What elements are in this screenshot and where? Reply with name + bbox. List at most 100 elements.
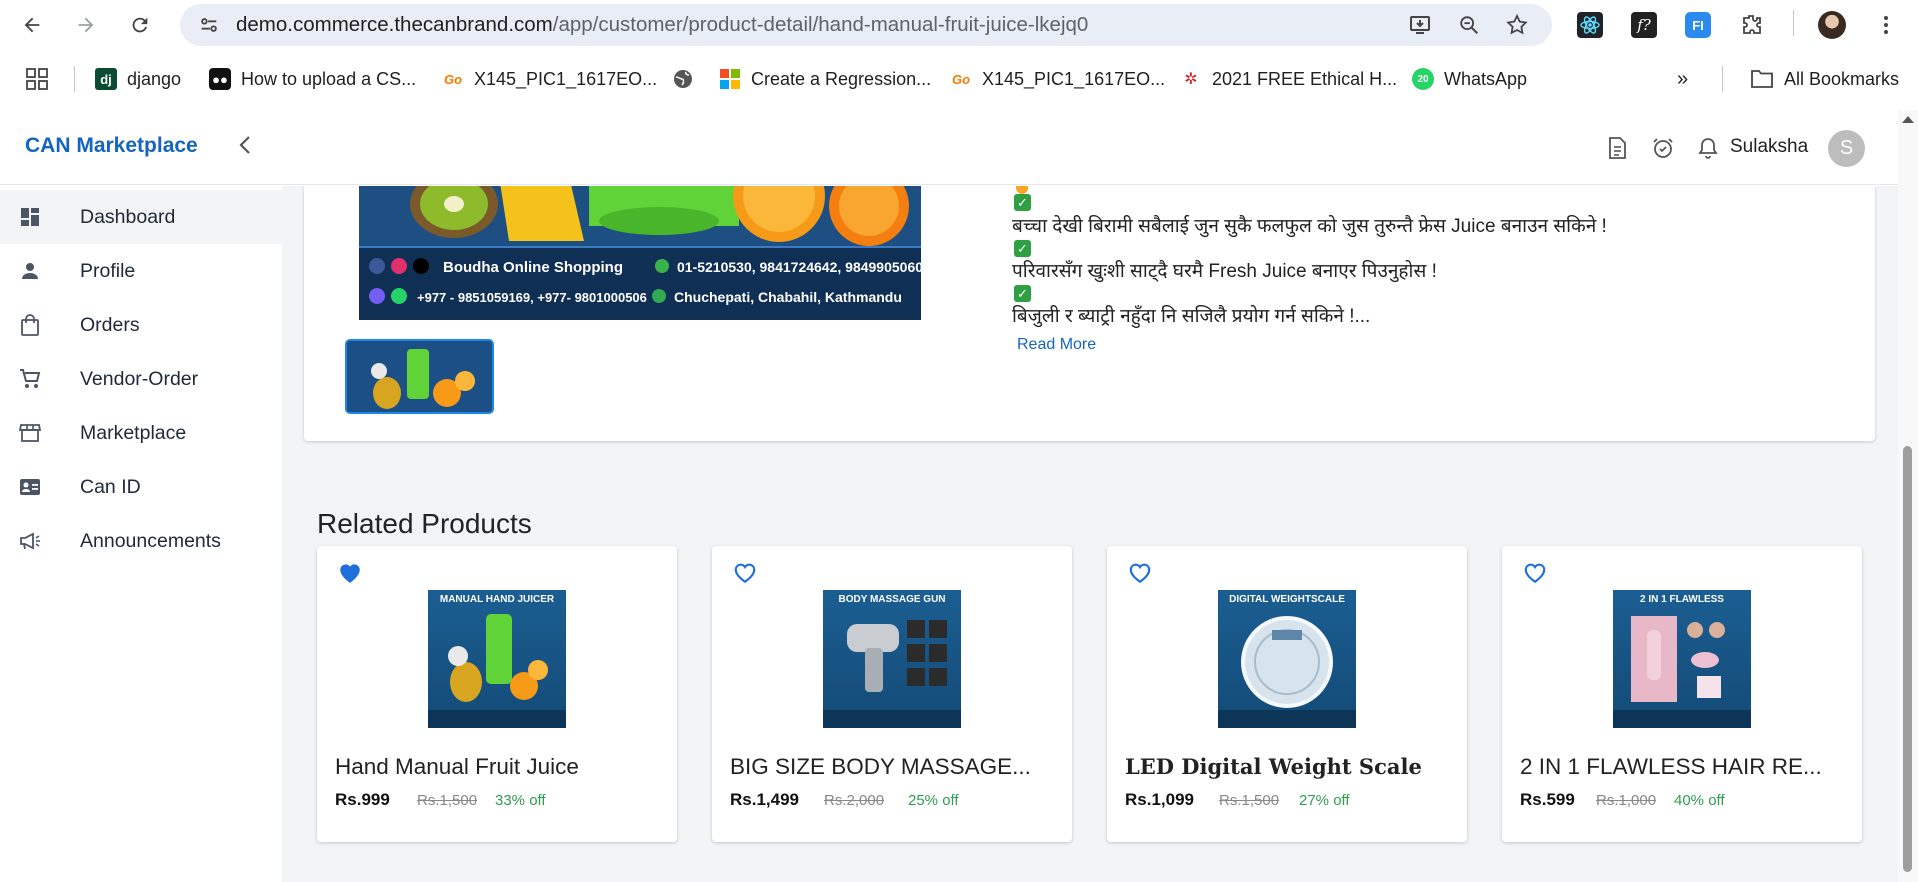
document-icon[interactable] bbox=[1604, 135, 1630, 161]
site-settings-icon[interactable] bbox=[198, 14, 220, 36]
scrollbar-thumb[interactable] bbox=[1903, 446, 1912, 872]
url-text[interactable]: demo.commerce.thecanbrand.com/app/custom… bbox=[236, 4, 1088, 46]
collapse-sidebar-button[interactable] bbox=[238, 134, 252, 162]
dashboard-icon bbox=[18, 205, 42, 229]
bookmark-label: Create a Regression... bbox=[751, 68, 932, 89]
sidebar-item-can-id[interactable]: Can ID bbox=[0, 460, 282, 514]
check-mark-icon: ✓ bbox=[1014, 285, 1031, 302]
folder-icon bbox=[1751, 70, 1773, 88]
url-path: /app/customer/product-detail/hand-manual… bbox=[552, 13, 1089, 36]
product-price: Rs.1,499 bbox=[730, 790, 799, 809]
arrow-left-icon bbox=[24, 17, 40, 33]
product-image: MANUAL HAND JUICER bbox=[428, 590, 566, 728]
read-more-link[interactable]: Read More bbox=[1017, 336, 1096, 354]
product-price: Rs.599 bbox=[1520, 790, 1575, 809]
bookmark-star-icon[interactable] bbox=[1502, 10, 1532, 40]
product-detail-card: Boudha Online Shopping 01-5210530, 98417… bbox=[304, 186, 1875, 441]
reload-icon bbox=[132, 17, 148, 33]
bookmarks-bar: dj django ●● How to upload a CS... Go X1… bbox=[0, 58, 1918, 100]
product-image: 2 IN 1 FLAWLESS bbox=[1613, 590, 1751, 728]
product-name[interactable]: 2 IN 1 FLAWLESS HAIR RE... bbox=[1520, 754, 1850, 780]
related-products-title: Related Products bbox=[317, 508, 532, 539]
reload-button[interactable] bbox=[124, 9, 156, 41]
bookmark-x145-2[interactable]: Go X145_PIC1_1617EO... bbox=[950, 58, 1165, 100]
product-card[interactable]: 2 IN 1 FLAWLESS 2 IN 1 FLAWLESS HAIR RE.… bbox=[1502, 546, 1862, 842]
sidebar-item-label: Marketplace bbox=[80, 421, 187, 444]
bookmark-x145-1[interactable]: Go X145_PIC1_1617EO... bbox=[442, 58, 657, 100]
sidebar-item-orders[interactable]: Orders bbox=[0, 298, 282, 352]
globe-icon bbox=[674, 70, 692, 88]
id-card-icon bbox=[18, 475, 42, 499]
person-icon bbox=[18, 259, 42, 283]
bookmark-label: X145_PIC1_1617EO... bbox=[474, 68, 658, 89]
product-name[interactable]: Hand Manual Fruit Juice bbox=[335, 754, 665, 780]
bookmark-label: django bbox=[127, 68, 182, 89]
fi-extension-icon[interactable]: FI bbox=[1682, 9, 1714, 41]
app-header: CAN Marketplace Sulaksha S bbox=[0, 110, 1898, 185]
bookmark-label: X145_PIC1_1617EO... bbox=[982, 68, 1166, 89]
sidebar-item-label: Vendor-Order bbox=[80, 367, 199, 390]
heart-outline-icon[interactable] bbox=[1127, 560, 1153, 584]
product-card[interactable]: MANUAL HAND JUICER Hand Manual Fruit Jui… bbox=[317, 546, 677, 842]
all-bookmarks-button[interactable]: All Bookmarks bbox=[1750, 58, 1899, 100]
scroll-up-arrow-icon[interactable] bbox=[1902, 116, 1914, 123]
sidebar-item-marketplace[interactable]: Marketplace bbox=[0, 406, 282, 460]
microsoft-icon bbox=[719, 68, 741, 90]
install-app-icon[interactable] bbox=[1405, 10, 1435, 40]
sidebar-item-dashboard[interactable]: Dashboard bbox=[0, 190, 282, 244]
banner-whatsapp: +977 - 9851059169, +977- 9801000506 bbox=[417, 290, 647, 305]
forward-button[interactable] bbox=[70, 9, 102, 41]
product-old-price: Rs.1,000 bbox=[1596, 792, 1657, 809]
product-discount: 27% off bbox=[1299, 792, 1350, 809]
user-avatar[interactable]: S bbox=[1828, 130, 1865, 167]
product-thumbnail[interactable] bbox=[345, 339, 494, 414]
notification-bell-icon[interactable] bbox=[1695, 135, 1721, 161]
bookmark-upload-csv[interactable]: ●● How to upload a CS... bbox=[209, 58, 416, 100]
bookmark-regression[interactable]: Create a Regression... bbox=[719, 58, 931, 100]
extensions-puzzle-icon[interactable] bbox=[1736, 9, 1768, 41]
fruit-juicer-banner: Boudha Online Shopping 01-5210530, 98417… bbox=[359, 186, 921, 320]
sidebar-item-vendor-order[interactable]: Vendor-Order bbox=[0, 352, 282, 406]
bookmark-label: How to upload a CS... bbox=[241, 68, 417, 89]
profile-avatar[interactable] bbox=[1816, 9, 1848, 41]
chevron-left-icon bbox=[239, 136, 250, 154]
heart-outline-icon[interactable] bbox=[1522, 560, 1548, 584]
page-scrollbar[interactable] bbox=[1898, 110, 1918, 882]
alarm-clock-icon[interactable] bbox=[1650, 135, 1676, 161]
sidebar-item-label: Announcements bbox=[80, 529, 221, 552]
apps-grid-icon[interactable] bbox=[26, 58, 48, 100]
bookmark-label: WhatsApp bbox=[1444, 68, 1528, 89]
cart-icon bbox=[18, 367, 42, 391]
go-icon: Go bbox=[951, 71, 971, 87]
more-bookmarks-icon[interactable]: » bbox=[1677, 58, 1688, 100]
product-card[interactable]: DIGITAL WEIGHTSCALE LED Digital Weight S… bbox=[1107, 546, 1467, 842]
formula-extension-icon[interactable]: f? bbox=[1628, 9, 1660, 41]
sidebar-item-profile[interactable]: Profile bbox=[0, 244, 282, 298]
bookmark-ethical-hacking[interactable]: ✲ 2021 FREE Ethical H... bbox=[1180, 58, 1397, 100]
zoom-icon[interactable] bbox=[1454, 10, 1484, 40]
sidebar-item-label: Profile bbox=[80, 259, 136, 282]
product-discount: 33% off bbox=[495, 792, 546, 809]
whatsapp-icon: 20 bbox=[1412, 68, 1434, 90]
medium-icon: ●● bbox=[209, 68, 231, 90]
browser-toolbar: demo.commerce.thecanbrand.com/app/custom… bbox=[0, 0, 1918, 50]
description-line: बच्चा देखी बिरामी सबैलाई जुन सुकै फलफुल … bbox=[1012, 216, 1607, 237]
brand-logo[interactable]: CAN Marketplace bbox=[25, 134, 198, 158]
bookmark-globe[interactable] bbox=[672, 58, 694, 100]
product-name[interactable]: LED Digital Weight Scale bbox=[1125, 754, 1455, 779]
back-button[interactable] bbox=[16, 9, 48, 41]
go-icon: Go bbox=[443, 71, 463, 87]
sidebar-item-announcements[interactable]: Announcements bbox=[0, 514, 282, 568]
address-bar[interactable]: demo.commerce.thecanbrand.com/app/custom… bbox=[180, 4, 1552, 46]
product-card[interactable]: BODY MASSAGE GUN BIG SIZE BODY MASSAGE..… bbox=[712, 546, 1072, 842]
product-name[interactable]: BIG SIZE BODY MASSAGE... bbox=[730, 754, 1060, 780]
user-name[interactable]: Sulaksha bbox=[1730, 136, 1808, 158]
heart-outline-icon[interactable] bbox=[732, 560, 758, 584]
heart-filled-icon[interactable] bbox=[337, 560, 363, 584]
bookmark-django[interactable]: dj django bbox=[95, 58, 181, 100]
browser-menu-icon[interactable] bbox=[1870, 9, 1902, 41]
banner-location: Chuchepati, Chabahil, Kathmandu bbox=[674, 289, 902, 305]
react-devtools-icon[interactable] bbox=[1574, 9, 1606, 41]
description-line: परिवारसँग खुःशी साट्दै घरमै Fresh Juice … bbox=[1012, 261, 1437, 282]
bookmark-whatsapp[interactable]: 20 WhatsApp bbox=[1412, 58, 1527, 100]
